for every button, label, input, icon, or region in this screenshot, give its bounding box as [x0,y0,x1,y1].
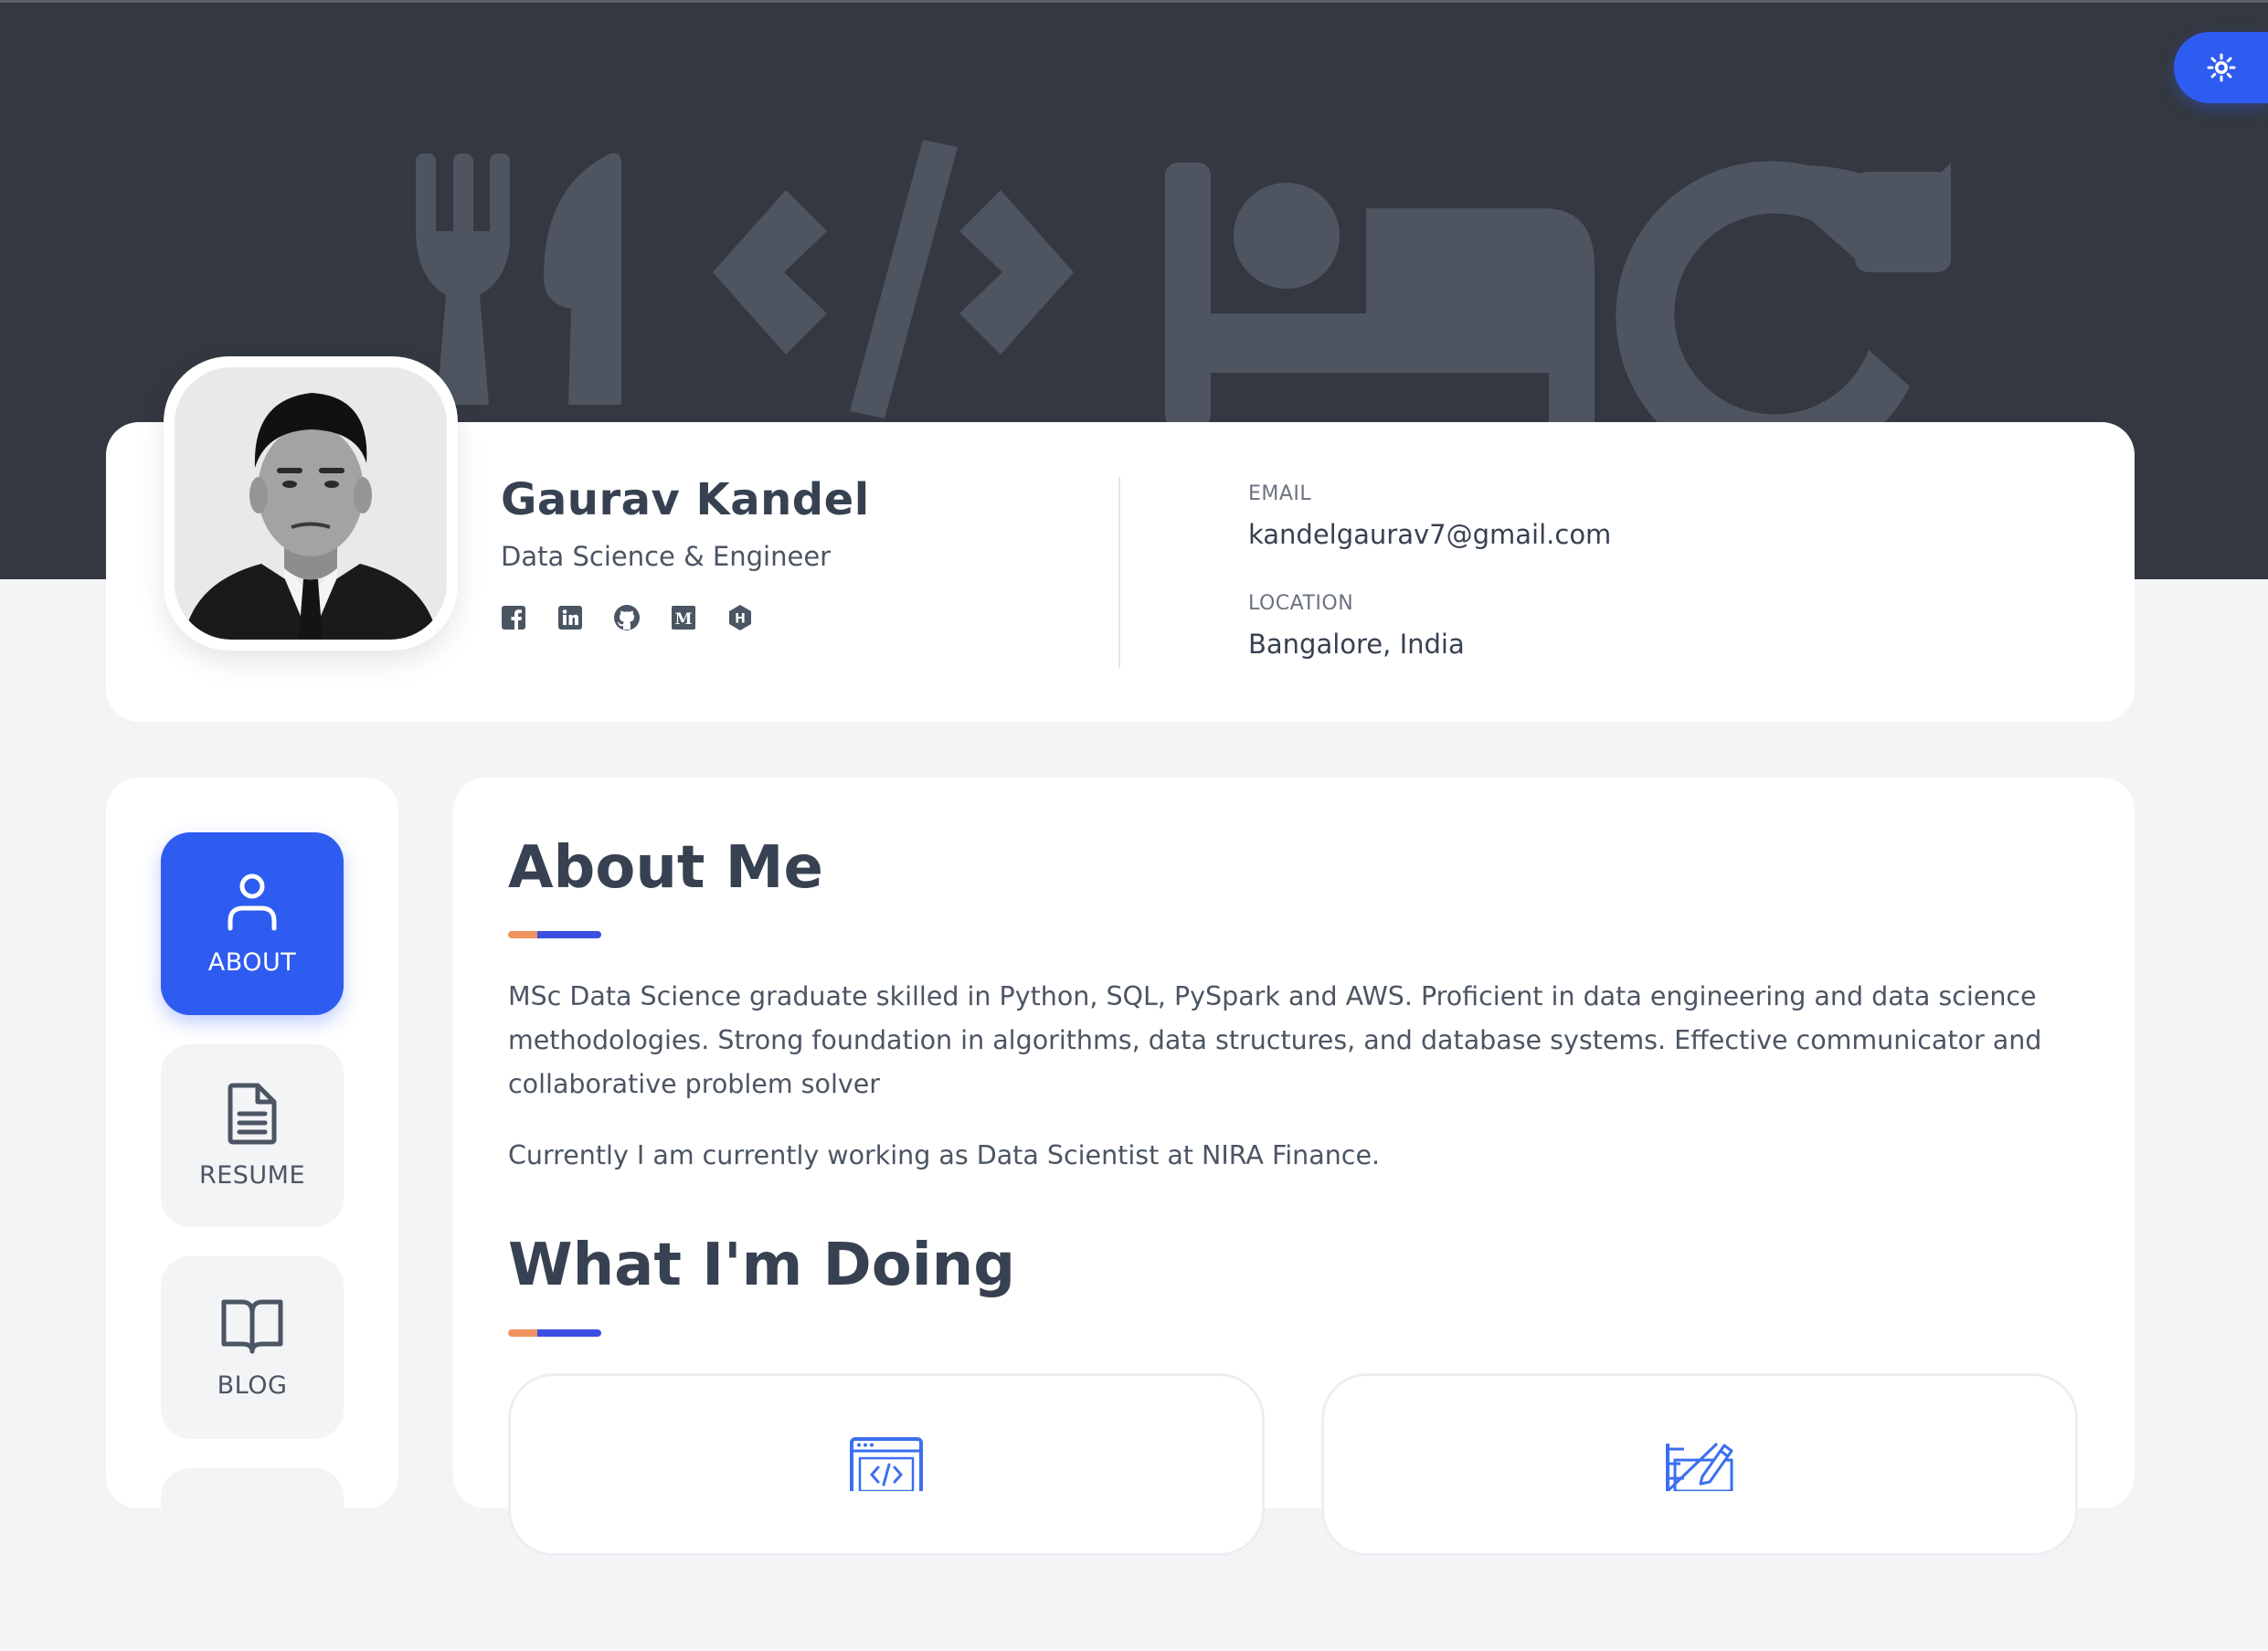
facebook-link[interactable] [499,603,528,632]
theme-toggle-button[interactable] [2174,32,2268,103]
doing-title-underline [508,1329,601,1337]
hashnode-glyph: H [735,612,746,627]
profile-divider [1118,477,1120,669]
location-label: LOCATION [1248,592,1354,615]
github-link[interactable] [612,603,641,632]
profile-name: Gaurav Kandel [501,474,870,525]
github-icon [614,605,640,630]
side-navigation: ABOUT RESUME BLOG [106,778,398,1651]
medium-glyph: M [675,610,693,629]
linkedin-icon [558,606,582,630]
nav-blog-label: BLOG [217,1371,288,1400]
doing-title: What I'm Doing [508,1232,1015,1299]
avatar [175,367,447,640]
email-value[interactable]: kandelgaurav7@gmail.com [1248,519,1611,550]
location-value: Bangalore, India [1248,629,1465,660]
document-icon [228,1083,277,1144]
medium-link[interactable]: M [669,603,698,632]
service-card-web [508,1373,1265,1556]
email-label: EMAIL [1248,482,1312,505]
hashnode-link[interactable]: H [726,603,755,632]
facebook-icon [502,606,525,630]
linkedin-link[interactable] [556,603,585,632]
user-icon [228,873,277,930]
profile-photo [175,367,447,640]
design-icon [1666,1442,1733,1491]
about-paragraph-1: MSc Data Science graduate skilled in Pyt… [508,981,2042,1099]
about-title-underline [508,931,601,938]
hashnode-icon: H [729,605,751,630]
utensils-icon [416,153,621,405]
sun-icon [2207,53,2235,82]
medium-icon: M [672,606,695,630]
nav-about-button[interactable]: ABOUT [161,832,344,1015]
social-links: M H [499,603,755,632]
nav-resume-button[interactable]: RESUME [161,1044,344,1227]
about-paragraph-2: Currently I am currently working as Data… [508,1140,1381,1170]
web-development-icon [850,1437,923,1491]
nav-resume-label: RESUME [198,1160,306,1190]
bed-icon [1165,163,1595,428]
profile-role: Data Science & Engineer [501,541,832,572]
book-icon [221,1299,283,1353]
nav-about-label: ABOUT [207,947,297,977]
nav-blog-button[interactable]: BLOG [161,1256,344,1439]
code-icon [713,140,1074,418]
main-content: About Me MSc Data Science graduate skill… [453,778,2135,1556]
avatar-frame [164,356,458,651]
nav-more-button[interactable] [161,1468,344,1651]
about-title: About Me [508,834,823,902]
service-card-design [1321,1373,2078,1556]
